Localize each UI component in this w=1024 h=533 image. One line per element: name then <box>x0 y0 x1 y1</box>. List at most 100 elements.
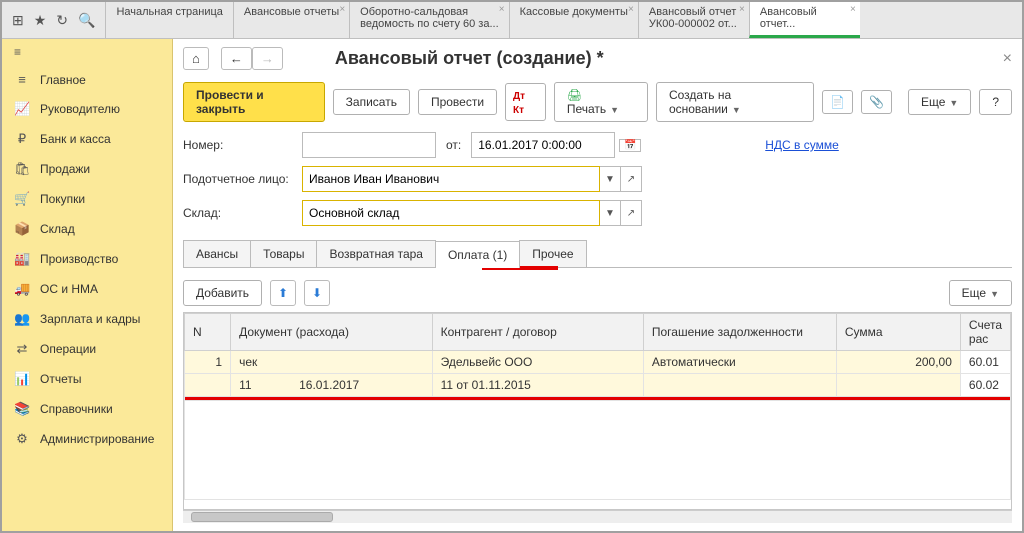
top-tools: ⊞ ★ ↻ 🔍 <box>2 2 105 38</box>
bars-icon: 📊 <box>14 371 30 387</box>
chart-icon: 📈 <box>14 101 30 117</box>
close-icon[interactable]: × <box>850 4 856 15</box>
grid-toolbar: Добавить ⬆ ⬇ Еще▼ <box>183 280 1012 306</box>
dropdown-icon[interactable]: ▼ <box>600 200 621 226</box>
back-button[interactable]: ← <box>221 47 252 70</box>
post-button[interactable]: Провести <box>418 89 497 115</box>
tab-advances[interactable]: Авансы <box>183 240 251 267</box>
col-counterparty[interactable]: Контрагент / договор <box>432 314 643 351</box>
col-accounts[interactable]: Счета рас <box>960 314 1010 351</box>
sidebar-item-warehouse[interactable]: 📦Склад <box>2 214 172 244</box>
sidebar-item-reports[interactable]: 📊Отчеты <box>2 364 172 394</box>
grid: N Документ (расхода) Контрагент / догово… <box>183 312 1012 510</box>
calendar-icon[interactable]: 📅 <box>619 139 641 152</box>
close-button[interactable]: × <box>1003 50 1012 68</box>
sidebar-item-main[interactable]: ≡Главное <box>2 65 172 94</box>
truck-icon: 🚚 <box>14 281 30 297</box>
col-n[interactable]: N <box>185 314 231 351</box>
debit-credit-button[interactable]: Дт Кт <box>505 83 546 121</box>
close-icon[interactable]: × <box>628 4 634 15</box>
gear-icon: ⚙ <box>14 431 30 447</box>
star-icon: ≡ <box>14 72 30 87</box>
tab-payment[interactable]: Оплата (1) <box>435 241 520 268</box>
tab-start-page[interactable]: Начальная страница <box>105 2 232 38</box>
more-button[interactable]: Еще▼ <box>908 89 971 115</box>
help-button[interactable]: ? <box>979 89 1012 115</box>
forward-button[interactable]: → <box>252 47 283 70</box>
vat-link[interactable]: НДС в сумме <box>765 138 839 152</box>
sidebar-item-purchases[interactable]: 🛒Покупки <box>2 184 172 214</box>
open-icon[interactable]: ↗ <box>621 200 642 226</box>
add-row-button[interactable]: Добавить <box>183 280 262 306</box>
attach-button[interactable]: 📎 <box>861 90 892 114</box>
warehouse-label: Склад: <box>183 206 298 220</box>
home-button[interactable]: ⌂ <box>183 47 209 70</box>
tab-returnable[interactable]: Возвратная тара <box>316 240 436 267</box>
grid-header-row: N Документ (расхода) Контрагент / догово… <box>185 314 1011 351</box>
close-icon[interactable]: × <box>739 4 745 15</box>
history-icon[interactable]: ↻ <box>56 12 68 29</box>
top-bar: ⊞ ★ ↻ 🔍 Начальная страница Авансовые отч… <box>2 2 1022 39</box>
horizontal-scrollbar[interactable] <box>183 510 1012 523</box>
date-input[interactable] <box>471 132 615 158</box>
tab-other[interactable]: Прочее <box>519 240 586 267</box>
tab-advance-reports[interactable]: Авансовые отчеты× <box>233 2 349 38</box>
tab-cash-documents[interactable]: Кассовые документы× <box>509 2 638 38</box>
number-label: Номер: <box>183 138 298 152</box>
warehouse-input[interactable] <box>302 200 600 226</box>
cart-icon: 🛒 <box>14 191 30 207</box>
apps-icon[interactable]: ⊞ <box>12 12 24 29</box>
number-input[interactable] <box>302 132 436 158</box>
factory-icon: 🏭 <box>14 251 30 267</box>
from-label: от: <box>446 138 461 152</box>
move-down-button[interactable]: ⬇ <box>304 280 330 306</box>
people-icon: 👥 <box>14 311 30 327</box>
search-icon[interactable]: 🔍 <box>78 12 95 29</box>
sidebar-item-sales[interactable]: 🛍Продажи <box>2 154 172 184</box>
sidebar-item-catalogs[interactable]: 📚Справочники <box>2 394 172 424</box>
sidebar: ≡ ≡Главное 📈Руководителю ₽Банк и касса 🛍… <box>2 39 173 531</box>
move-up-button[interactable]: ⬆ <box>270 280 296 306</box>
star-icon[interactable]: ★ <box>34 12 47 29</box>
person-label: Подотчетное лицо: <box>183 172 298 186</box>
sidebar-item-production[interactable]: 🏭Производство <box>2 244 172 274</box>
table-row[interactable]: 1116.01.2017 11 от 01.11.2015 60.02 <box>185 374 1011 397</box>
post-and-close-button[interactable]: Провести и закрыть <box>183 82 325 122</box>
col-repayment[interactable]: Погашение задолженности <box>643 314 836 351</box>
sidebar-item-assets[interactable]: 🚚ОС и НМА <box>2 274 172 304</box>
ruble-icon: ₽ <box>14 131 30 147</box>
sidebar-item-bank[interactable]: ₽Банк и касса <box>2 124 172 154</box>
tab-advance-report-1[interactable]: Авансовый отчетУК00-000002 от...× <box>638 2 749 38</box>
print-button[interactable]: 🖨 Печать▼ <box>554 82 648 122</box>
table-row[interactable]: 1 чек Эдельвейс ООО Автоматически 200,00… <box>185 351 1011 374</box>
sidebar-item-operations[interactable]: ⇄Операции <box>2 334 172 364</box>
tab-advance-report-new[interactable]: Авансовыйотчет...× <box>749 2 860 38</box>
document-tabs: Авансы Товары Возвратная тара Оплата (1)… <box>183 240 1012 268</box>
col-sum[interactable]: Сумма <box>836 314 960 351</box>
books-icon: 📚 <box>14 401 30 417</box>
person-input[interactable] <box>302 166 600 192</box>
window-tabs: Начальная страница Авансовые отчеты× Обо… <box>105 2 1022 38</box>
main-panel: ⌂ ←→ Авансовый отчет (создание) * × Пров… <box>173 39 1022 531</box>
open-icon[interactable]: ↗ <box>621 166 642 192</box>
sidebar-item-admin[interactable]: ⚙Администрирование <box>2 424 172 454</box>
dropdown-icon[interactable]: ▼ <box>600 166 621 192</box>
register-button[interactable]: 📄 <box>822 90 853 114</box>
swap-icon: ⇄ <box>14 341 30 357</box>
tab-goods[interactable]: Товары <box>250 240 317 267</box>
tab-balance-sheet[interactable]: Оборотно-сальдоваяведомость по счету 60 … <box>349 2 508 38</box>
save-button[interactable]: Записать <box>333 89 410 115</box>
create-from-button[interactable]: Создать на основании▼ <box>656 82 814 122</box>
grid-more-button[interactable]: Еще▼ <box>949 280 1012 306</box>
sidebar-item-salary[interactable]: 👥Зарплата и кадры <box>2 304 172 334</box>
close-icon[interactable]: × <box>499 4 505 15</box>
box-icon: 📦 <box>14 221 30 237</box>
bag-icon: 🛍 <box>14 161 30 177</box>
close-icon[interactable]: × <box>339 4 345 15</box>
page-title: Авансовый отчет (создание) * <box>335 48 604 69</box>
sidebar-item-manager[interactable]: 📈Руководителю <box>2 94 172 124</box>
printer-icon: 🖨 <box>567 88 582 102</box>
toolbar: Провести и закрыть Записать Провести Дт … <box>183 82 1012 122</box>
sidebar-toggle-icon[interactable]: ≡ <box>2 39 172 65</box>
col-document[interactable]: Документ (расхода) <box>231 314 433 351</box>
